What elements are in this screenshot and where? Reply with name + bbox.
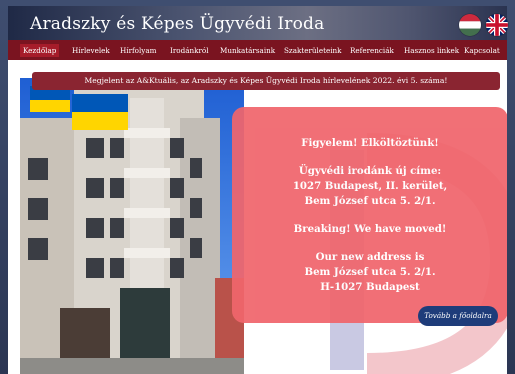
nav-contact[interactable]: Kapcsolat	[464, 46, 500, 55]
notice-line-en-1: Our new address is	[315, 251, 425, 263]
notice-line-en-3: H-1027 Budapest	[320, 281, 420, 293]
main-nav: Kezdőlap Hírlevelek Hírfolyam Irodánkról…	[8, 40, 507, 60]
british-flag-icon[interactable]	[486, 14, 508, 36]
nav-useful-links[interactable]: Hasznos linkek	[404, 46, 459, 55]
notice-line-hu-3: Bem József utca 5. 2/1.	[304, 195, 436, 207]
nav-staff[interactable]: Munkatársaink	[220, 46, 275, 55]
nav-home[interactable]: Kezdőlap	[20, 44, 60, 57]
nav-newsfeed[interactable]: Hírfolyam	[120, 46, 156, 55]
site-title[interactable]: Aradszky és Képes Ügyvédi Iroda	[30, 14, 324, 34]
main-content: Megjelent az A&Ktuális, az Aradszky és K…	[8, 60, 507, 374]
moving-notice: Figyelem! Elköltöztünk! Ügyvédi irodánk …	[232, 107, 507, 323]
nav-practice-areas[interactable]: Szakterületeink	[284, 46, 342, 55]
notice-title-en: Breaking! We have moved!	[293, 223, 447, 235]
continue-to-homepage-button[interactable]: Tovább a főoldalra	[418, 306, 498, 326]
notice-line-hu-1: Ügyvédi irodánk új címe:	[298, 165, 442, 177]
notice-line-hu-2: 1027 Budapest, II. kerület,	[292, 180, 448, 192]
notice-line-en-2: Bem József utca 5. 2/1.	[304, 266, 436, 278]
nav-references[interactable]: Referenciák	[350, 46, 394, 55]
notice-title-hu: Figyelem! Elköltöztünk!	[301, 137, 439, 149]
building-photo	[20, 78, 244, 374]
nav-newsletters[interactable]: Hírlevelek	[72, 46, 110, 55]
announcement-banner[interactable]: Megjelent az A&Ktuális, az Aradszky és K…	[32, 72, 500, 90]
hungarian-flag-icon[interactable]	[459, 14, 481, 36]
site-header: Aradszky és Képes Ügyvédi Iroda	[8, 6, 508, 40]
nav-about[interactable]: Irodánkról	[170, 46, 209, 55]
